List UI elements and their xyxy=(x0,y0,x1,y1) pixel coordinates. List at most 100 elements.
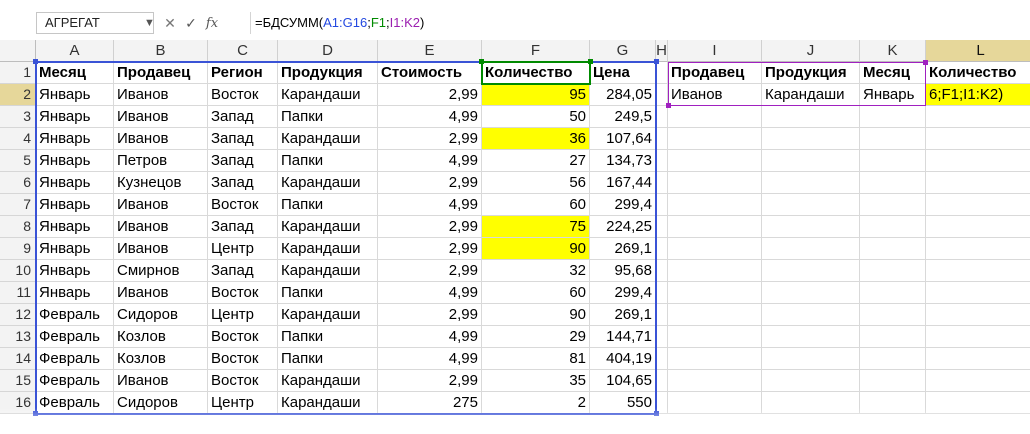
table-cell[interactable]: 269,1 xyxy=(590,238,656,260)
cell[interactable] xyxy=(762,238,860,260)
cell[interactable] xyxy=(762,392,860,414)
cell[interactable] xyxy=(860,128,926,150)
table-cell[interactable]: 2,99 xyxy=(378,304,482,326)
active-cell-editor[interactable]: 6;F1;I1:K2) xyxy=(926,84,1030,106)
table-header-cell[interactable]: Месяц xyxy=(36,62,114,84)
criteria-header-cell[interactable]: Продавец xyxy=(668,62,762,84)
row-header-3[interactable]: 3 xyxy=(0,106,36,128)
row-header-16[interactable]: 16 xyxy=(0,392,36,414)
cell[interactable] xyxy=(656,238,668,260)
cell[interactable] xyxy=(926,304,1030,326)
table-cell[interactable]: Папки xyxy=(278,106,378,128)
table-cell[interactable]: Папки xyxy=(278,150,378,172)
cell[interactable] xyxy=(668,370,762,392)
table-cell[interactable]: Иванов xyxy=(114,84,208,106)
table-cell[interactable]: Козлов xyxy=(114,348,208,370)
table-cell[interactable]: Февраль xyxy=(36,392,114,414)
table-cell[interactable]: 36 xyxy=(482,128,590,150)
table-cell[interactable]: Восток xyxy=(208,370,278,392)
row-header-14[interactable]: 14 xyxy=(0,348,36,370)
table-cell[interactable]: Центр xyxy=(208,238,278,260)
cell[interactable] xyxy=(668,106,762,128)
cell[interactable] xyxy=(762,172,860,194)
row-header-9[interactable]: 9 xyxy=(0,238,36,260)
table-cell[interactable]: 2,99 xyxy=(378,128,482,150)
cell[interactable] xyxy=(926,238,1030,260)
formula-input[interactable]: =БДСУММ(A1:G16;F1;I1:K2) xyxy=(250,12,1030,34)
cell[interactable] xyxy=(656,348,668,370)
table-cell[interactable]: Запад xyxy=(208,260,278,282)
table-cell[interactable]: Центр xyxy=(208,304,278,326)
table-cell[interactable]: Карандаши xyxy=(278,238,378,260)
table-cell[interactable]: 2 xyxy=(482,392,590,414)
cell[interactable] xyxy=(668,128,762,150)
table-cell[interactable]: Восток xyxy=(208,326,278,348)
cell[interactable] xyxy=(656,304,668,326)
table-cell[interactable]: Восток xyxy=(208,194,278,216)
cell[interactable] xyxy=(762,260,860,282)
table-cell[interactable]: Январь xyxy=(36,216,114,238)
table-cell[interactable]: Январь xyxy=(36,128,114,150)
table-cell[interactable]: 404,19 xyxy=(590,348,656,370)
table-cell[interactable]: Иванов xyxy=(114,194,208,216)
table-cell[interactable]: Карандаши xyxy=(278,370,378,392)
select-all-corner[interactable] xyxy=(0,40,36,62)
criteria-value-cell[interactable]: Иванов xyxy=(668,84,762,106)
row-header-5[interactable]: 5 xyxy=(0,150,36,172)
cell[interactable] xyxy=(762,128,860,150)
cell[interactable] xyxy=(860,282,926,304)
table-cell[interactable]: 144,71 xyxy=(590,326,656,348)
cell[interactable] xyxy=(860,238,926,260)
row-header-13[interactable]: 13 xyxy=(0,326,36,348)
table-cell[interactable]: 29 xyxy=(482,326,590,348)
cell[interactable] xyxy=(668,150,762,172)
cell[interactable] xyxy=(860,392,926,414)
table-cell[interactable]: Карандаши xyxy=(278,128,378,150)
table-cell[interactable]: Петров xyxy=(114,150,208,172)
cell[interactable] xyxy=(860,370,926,392)
table-cell[interactable]: Февраль xyxy=(36,348,114,370)
table-cell[interactable]: Восток xyxy=(208,84,278,106)
table-cell[interactable]: 2,99 xyxy=(378,370,482,392)
table-cell[interactable]: 299,4 xyxy=(590,282,656,304)
row-header-1[interactable]: 1 xyxy=(0,62,36,84)
table-cell[interactable]: Сидоров xyxy=(114,304,208,326)
table-cell[interactable]: 4,99 xyxy=(378,150,482,172)
column-header-e[interactable]: E xyxy=(378,40,482,62)
table-cell[interactable]: Папки xyxy=(278,348,378,370)
row-header-11[interactable]: 11 xyxy=(0,282,36,304)
table-cell[interactable]: 299,4 xyxy=(590,194,656,216)
cell[interactable] xyxy=(656,84,668,106)
row-header-6[interactable]: 6 xyxy=(0,172,36,194)
table-cell[interactable]: 4,99 xyxy=(378,348,482,370)
cell[interactable] xyxy=(656,216,668,238)
table-cell[interactable]: Восток xyxy=(208,348,278,370)
table-cell[interactable]: Запад xyxy=(208,106,278,128)
column-header-b[interactable]: B xyxy=(114,40,208,62)
table-header-cell[interactable]: Продавец xyxy=(114,62,208,84)
cell[interactable] xyxy=(668,348,762,370)
table-cell[interactable]: Январь xyxy=(36,84,114,106)
table-cell[interactable]: Январь xyxy=(36,238,114,260)
cell[interactable] xyxy=(860,106,926,128)
cell[interactable] xyxy=(762,194,860,216)
table-header-cell[interactable]: Стоимость xyxy=(378,62,482,84)
column-header-f[interactable]: F xyxy=(482,40,590,62)
cell[interactable] xyxy=(860,326,926,348)
table-cell[interactable]: Карандаши xyxy=(278,84,378,106)
cell[interactable] xyxy=(656,172,668,194)
cell[interactable] xyxy=(668,392,762,414)
cell[interactable] xyxy=(926,326,1030,348)
cell[interactable] xyxy=(926,194,1030,216)
row-header-15[interactable]: 15 xyxy=(0,370,36,392)
cell[interactable] xyxy=(926,392,1030,414)
table-cell[interactable]: 90 xyxy=(482,304,590,326)
table-cell[interactable]: Кузнецов xyxy=(114,172,208,194)
table-cell[interactable]: 249,5 xyxy=(590,106,656,128)
table-cell[interactable]: Январь xyxy=(36,194,114,216)
table-cell[interactable]: 81 xyxy=(482,348,590,370)
row-header-7[interactable]: 7 xyxy=(0,194,36,216)
table-cell[interactable]: 2,99 xyxy=(378,172,482,194)
table-cell[interactable]: 35 xyxy=(482,370,590,392)
cell[interactable] xyxy=(860,172,926,194)
